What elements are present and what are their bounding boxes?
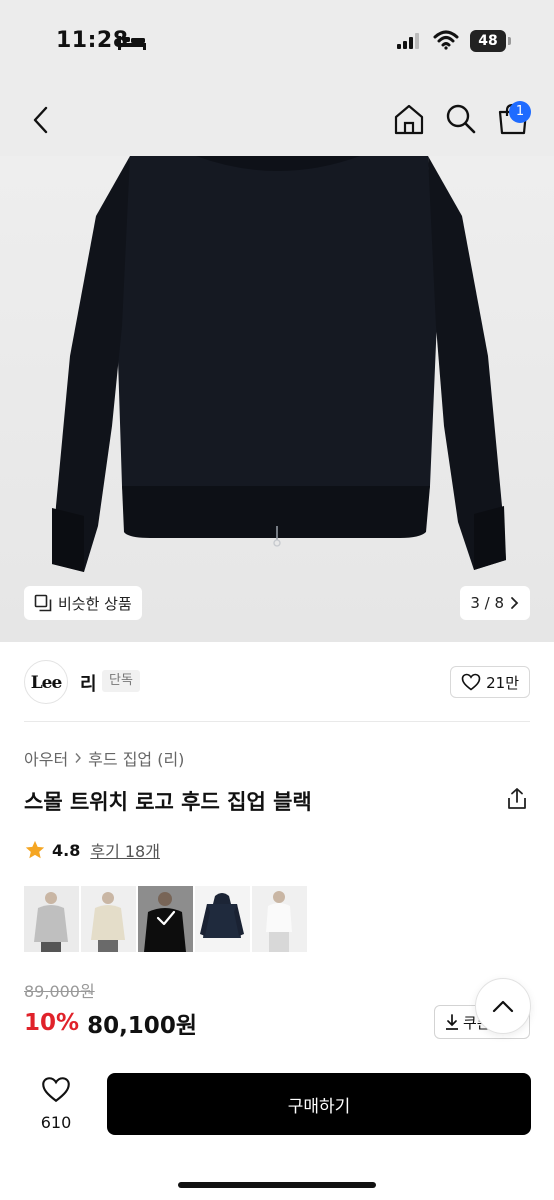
variant-image [195,886,250,952]
rating-score: 4.8 [52,840,81,860]
breadcrumb: 아우터 후드 집업 (리) [24,746,184,770]
breadcrumb-item[interactable]: 후드 집업 (리) [88,746,184,770]
variant-thumbnail[interactable] [252,886,307,952]
check-icon [156,910,176,926]
image-counter-text: 3 / 8 [470,594,504,612]
chevron-up-icon [492,1000,514,1013]
status-bar: 11:28 48 [0,0,554,84]
wishlist-count: 610 [40,1113,72,1132]
brand-logo[interactable]: Lee [24,660,68,704]
signal-icon [397,33,419,49]
top-nav: 1 [0,84,554,156]
chevron-right-icon [511,597,519,609]
bottom-action-bar: 610 구매하기 [0,1058,554,1200]
product-image-gallery[interactable]: 비슷한 상품 3 / 8 [0,156,554,642]
price-row: 10% 80,100원 [24,1006,197,1040]
brand-row: Lee 리 단독 21만 [24,656,530,708]
discount-rate: 10% [24,1010,80,1036]
variant-image [81,886,136,952]
wishlist-button[interactable]: 610 [22,1076,90,1132]
variant-image [252,886,307,952]
exclusive-badge: 단독 [102,670,140,692]
variant-thumbnail[interactable] [195,886,250,952]
similar-icon [34,594,52,612]
rating-row: 4.8 후기 18개 [24,838,160,862]
brand-like-button[interactable]: 21만 [450,666,530,698]
image-counter[interactable]: 3 / 8 [460,586,530,620]
brand-like-count: 21만 [486,673,519,692]
star-icon [25,840,45,859]
variant-thumbnails [24,886,307,952]
variant-thumbnail-selected[interactable] [138,886,193,952]
home-indicator [178,1182,376,1188]
heart-icon [42,1077,70,1103]
similar-products-label: 비슷한 상품 [58,594,132,613]
scroll-top-button[interactable] [475,978,531,1034]
review-count-link[interactable]: 후기 18개 [90,838,160,862]
back-icon[interactable] [24,102,60,138]
heart-icon [461,673,481,691]
buy-button[interactable]: 구매하기 [107,1073,531,1135]
sale-price: 80,100원 [87,1013,197,1039]
variant-thumbnail[interactable] [24,886,79,952]
share-icon[interactable] [506,787,528,811]
battery-tip [508,37,511,45]
variant-image [24,886,79,952]
cart-badge: 1 [509,101,531,123]
wifi-icon [433,30,459,50]
similar-products-button[interactable]: 비슷한 상품 [24,586,142,620]
home-icon[interactable] [392,102,426,136]
download-icon [446,1014,458,1030]
variant-thumbnail[interactable] [81,886,136,952]
chevron-right-icon [75,753,82,763]
original-price: 89,000원 [24,982,95,1001]
search-icon[interactable] [444,102,478,136]
breadcrumb-item[interactable]: 아우터 [24,746,68,770]
product-title: 스몰 트위치 로고 후드 집업 블랙 [24,790,312,814]
battery-icon: 48 [470,30,506,52]
brand-name[interactable]: 리 [80,670,97,696]
divider [24,721,530,722]
product-image [52,156,506,572]
bed-icon [118,36,146,50]
